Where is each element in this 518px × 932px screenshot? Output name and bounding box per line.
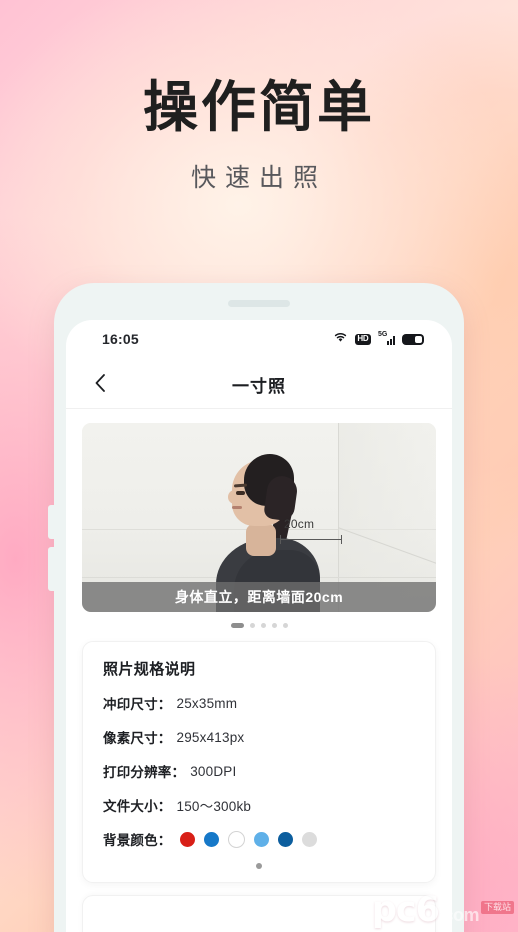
nav-bar: 一寸照 (66, 360, 452, 409)
battery-icon (402, 333, 424, 345)
phone-volume-button (48, 505, 56, 539)
photo-carousel-dots[interactable] (66, 623, 452, 628)
carousel-dot-active[interactable] (256, 863, 262, 869)
spec-value: 150～300kb (176, 799, 252, 814)
phone-screen: 16:05 HD 5G 一寸照 20cm 身体直立，距离墙面20cm 照片规格说… (66, 320, 452, 932)
guide-photo-card[interactable]: 20cm 身体直立，距离墙面20cm (82, 423, 436, 612)
background-color-label: 背景颜色： (103, 833, 172, 848)
photo-spec-card: 照片规格说明 冲印尺寸： 25x35mm 像素尺寸： 295x413px 打印分… (82, 641, 436, 883)
carousel-dot-active[interactable] (230, 623, 244, 628)
spec-label: 冲印尺寸： (103, 697, 172, 712)
swatch-gray[interactable] (301, 831, 317, 847)
person-neck (246, 524, 276, 556)
status-time: 16:05 (102, 331, 139, 347)
carousel-dot[interactable] (249, 623, 255, 628)
network-type-label: 5G (378, 331, 388, 338)
spec-label: 像素尺寸： (103, 731, 172, 746)
swatch-red[interactable] (179, 831, 195, 847)
background-color-swatches[interactable] (179, 830, 317, 848)
network-signal-icon: 5G (378, 331, 395, 346)
distance-annotation: 20cm (280, 517, 344, 547)
spec-value: 295x413px (176, 729, 245, 745)
spec-row-background-color: 背景颜色： (83, 829, 435, 849)
person-lips (232, 506, 242, 509)
spec-value: 300DPI (190, 763, 237, 779)
hd-icon: HD (354, 333, 371, 345)
spec-row-file-size: 文件大小： 150～300kb (83, 795, 435, 815)
carousel-dot[interactable] (271, 623, 277, 628)
swatch-blue[interactable] (203, 831, 219, 847)
spec-row-dpi: 打印分辨率： 300DPI (83, 761, 435, 781)
swatch-dark-blue[interactable] (277, 831, 293, 847)
carousel-dot[interactable] (260, 623, 266, 628)
spec-value: 25x35mm (176, 695, 238, 711)
spec-card-carousel-dots[interactable] (83, 863, 435, 869)
watermark-badge: 下载站 (480, 901, 514, 914)
wifi-icon (333, 330, 348, 348)
distance-measure-line (280, 535, 342, 544)
next-card-preview (82, 895, 436, 932)
promo-headline-block: 操作简单 快速出照 (0, 78, 518, 194)
page-title: 操作简单 (142, 75, 375, 139)
spec-label: 打印分辨率： (103, 765, 186, 780)
status-bar: 16:05 HD 5G (66, 320, 452, 360)
earpiece-speaker (228, 300, 290, 307)
swatch-light-blue[interactable] (253, 831, 269, 847)
phone-power-button (48, 547, 56, 591)
page-subtitle: 快速出照 (190, 163, 327, 193)
phone-mockup: 16:05 HD 5G 一寸照 20cm 身体直立，距离墙面20cm 照片规格说… (48, 283, 464, 932)
photo-caption: 身体直立，距离墙面20cm (82, 582, 436, 612)
promo-page: 操作简单 快速出照 16:05 HD 5G 一寸照 20cm 身体直立，距离墙面… (0, 0, 518, 932)
screen-title: 一寸照 (232, 377, 286, 396)
spec-row-pixel-size: 像素尺寸： 295x413px (83, 727, 435, 747)
wall-line-diagonal (338, 527, 436, 579)
signal-bars (387, 336, 395, 345)
status-icons: HD 5G (333, 330, 424, 348)
spec-card-title: 照片规格说明 (103, 661, 196, 678)
distance-label: 20cm (284, 517, 315, 531)
person-eye (236, 491, 245, 495)
carousel-dot[interactable] (282, 623, 288, 628)
swatch-white[interactable] (227, 830, 245, 848)
spec-row-print-size: 冲印尺寸： 25x35mm (83, 693, 435, 713)
spec-label: 文件大小： (103, 799, 172, 814)
